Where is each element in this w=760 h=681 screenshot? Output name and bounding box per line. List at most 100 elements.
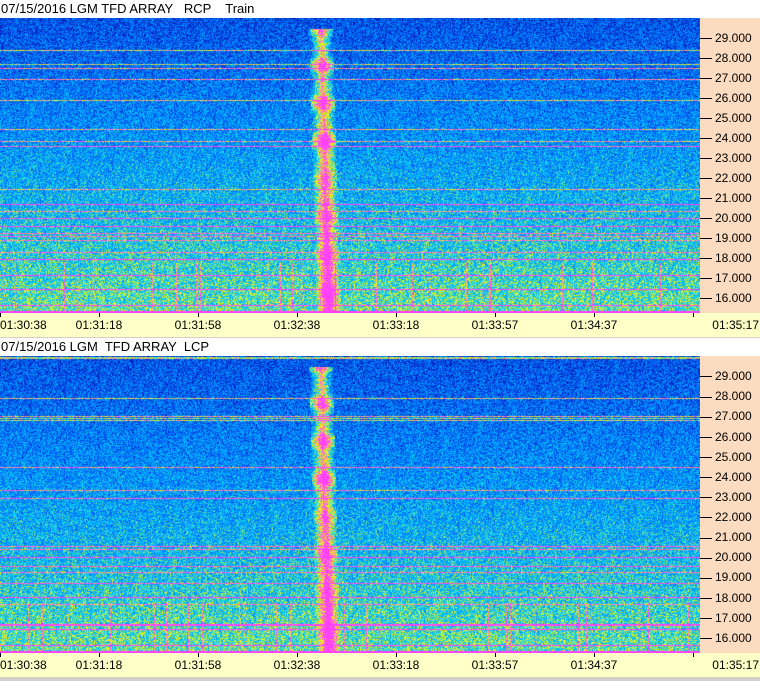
rcp-spectrogram-panel: 07/15/2016 LGM TFD ARRAY RCP Train 29.00… (0, 0, 760, 338)
x-tick-label: 01:30:38 (0, 318, 47, 332)
y-tick-mark (700, 638, 712, 640)
x-tick-label: 01:31:18 (75, 658, 123, 672)
y-tick-text: 23.000 (715, 489, 752, 504)
y-tick-label: 23.000 (700, 151, 752, 165)
y-tick-mark (700, 396, 712, 398)
x-tick-mark (0, 653, 1, 657)
y-tick-text: 22.000 (715, 510, 752, 525)
y-tick-mark (700, 298, 712, 300)
y-tick-label: 26.000 (700, 91, 752, 105)
x-tick-mark (99, 653, 100, 657)
y-tick-label: 26.000 (700, 430, 752, 444)
y-tick-mark (700, 178, 712, 180)
y-tick-text: 29.000 (715, 31, 752, 45)
y-tick-label: 16.000 (700, 291, 752, 305)
y-tick-label: 25.000 (700, 450, 752, 464)
y-tick-label: 23.000 (700, 490, 752, 504)
y-tick-text: 20.000 (715, 211, 752, 225)
y-tick-mark (700, 477, 712, 479)
x-tick-mark (693, 653, 694, 657)
frequency-axis: 29.000 28.000 27.000 26.000 25.000 24.000 23.0… (700, 356, 760, 653)
time-axis: 01:30:38 01:31:18 01:31:58 01:32:38 01:33:18… (0, 313, 760, 337)
y-tick-mark (700, 457, 712, 458)
y-tick-label: 18.000 (700, 591, 752, 605)
x-tick-label: 01:31:18 (75, 318, 123, 332)
y-tick-text: 27.000 (715, 409, 752, 424)
y-tick-label: 20.000 (700, 211, 752, 225)
y-tick-label: 22.000 (700, 510, 752, 524)
time-axis: 01:30:38 01:31:18 01:31:58 01:32:38 01:33:18… (0, 653, 760, 677)
y-tick-mark (700, 436, 712, 438)
y-tick-mark (700, 258, 712, 260)
y-tick-label: 29.000 (700, 369, 752, 383)
y-tick-text: 21.000 (715, 191, 752, 205)
x-tick-label: 01:34:37 (570, 658, 618, 672)
x-tick-label: 01:35:17 (712, 318, 759, 332)
y-tick-mark (700, 577, 712, 579)
y-tick-mark (700, 118, 712, 120)
y-tick-text: 16.000 (715, 291, 752, 305)
y-tick-mark (700, 376, 712, 378)
x-tick-label: 01:33:57 (471, 658, 519, 672)
y-tick-label: 16.000 (700, 631, 752, 645)
y-tick-text: 21.000 (715, 530, 752, 545)
y-tick-text: 19.000 (715, 570, 752, 585)
y-tick-label: 19.000 (700, 570, 752, 584)
y-tick-mark (700, 38, 712, 40)
y-tick-text: 29.000 (715, 369, 752, 384)
y-tick-mark (700, 218, 712, 220)
y-tick-label: 28.000 (700, 51, 752, 65)
y-tick-label: 24.000 (700, 131, 752, 145)
x-tick-label: 01:30:38 (0, 658, 47, 672)
y-tick-text: 24.000 (715, 131, 752, 145)
y-tick-text: 19.000 (715, 231, 752, 245)
x-tick-mark (495, 653, 496, 657)
y-tick-label: 29.000 (700, 31, 752, 45)
x-tick-label: 01:34:37 (570, 318, 618, 332)
x-tick-label: 01:32:38 (273, 658, 321, 672)
y-tick-mark (700, 58, 712, 60)
y-tick-label: 19.000 (700, 231, 752, 245)
y-tick-mark (700, 557, 712, 559)
y-tick-text: 17.000 (715, 610, 752, 625)
frequency-axis: 29.000 28.000 27.000 26.000 25.000 24.000 23.0… (700, 18, 760, 313)
y-tick-label: 27.000 (700, 409, 752, 423)
y-tick-label: 22.000 (700, 171, 752, 185)
x-tick-mark (297, 313, 298, 317)
y-tick-mark (700, 416, 712, 418)
x-tick-mark (99, 313, 100, 317)
y-tick-text: 25.000 (715, 111, 752, 125)
x-tick-mark (396, 653, 397, 657)
x-tick-mark (396, 313, 397, 317)
y-tick-mark (700, 597, 712, 599)
y-tick-text: 22.000 (715, 171, 752, 185)
y-tick-mark (700, 618, 712, 620)
y-tick-mark (700, 78, 712, 80)
x-tick-label: 01:33:18 (372, 658, 420, 672)
y-tick-text: 18.000 (715, 251, 752, 265)
panel-title: 07/15/2016 LGM TFD ARRAY LCP (0, 338, 760, 356)
y-tick-label: 17.000 (700, 611, 752, 625)
y-tick-text: 24.000 (715, 469, 752, 484)
x-tick-mark (297, 653, 298, 657)
lcp-spectrogram-panel: 07/15/2016 LGM TFD ARRAY LCP 29.000 28.00… (0, 338, 760, 677)
x-tick-mark (198, 653, 199, 657)
x-tick-label: 01:33:57 (471, 318, 519, 332)
y-tick-text: 27.000 (715, 71, 752, 85)
y-tick-mark (700, 198, 712, 200)
y-tick-label: 25.000 (700, 111, 752, 125)
y-tick-mark (700, 158, 712, 160)
y-tick-mark (700, 497, 712, 499)
y-tick-label: 24.000 (700, 470, 752, 484)
y-tick-mark (700, 517, 712, 519)
y-tick-label: 21.000 (700, 530, 752, 544)
y-tick-label: 18.000 (700, 251, 752, 265)
y-tick-text: 26.000 (715, 429, 752, 444)
y-tick-text: 28.000 (715, 389, 752, 404)
y-tick-label: 17.000 (700, 271, 752, 285)
y-tick-text: 28.000 (715, 51, 752, 65)
y-tick-label: 21.000 (700, 191, 752, 205)
x-tick-label: 01:33:18 (372, 318, 420, 332)
y-tick-mark (700, 138, 712, 140)
x-tick-mark (198, 313, 199, 317)
